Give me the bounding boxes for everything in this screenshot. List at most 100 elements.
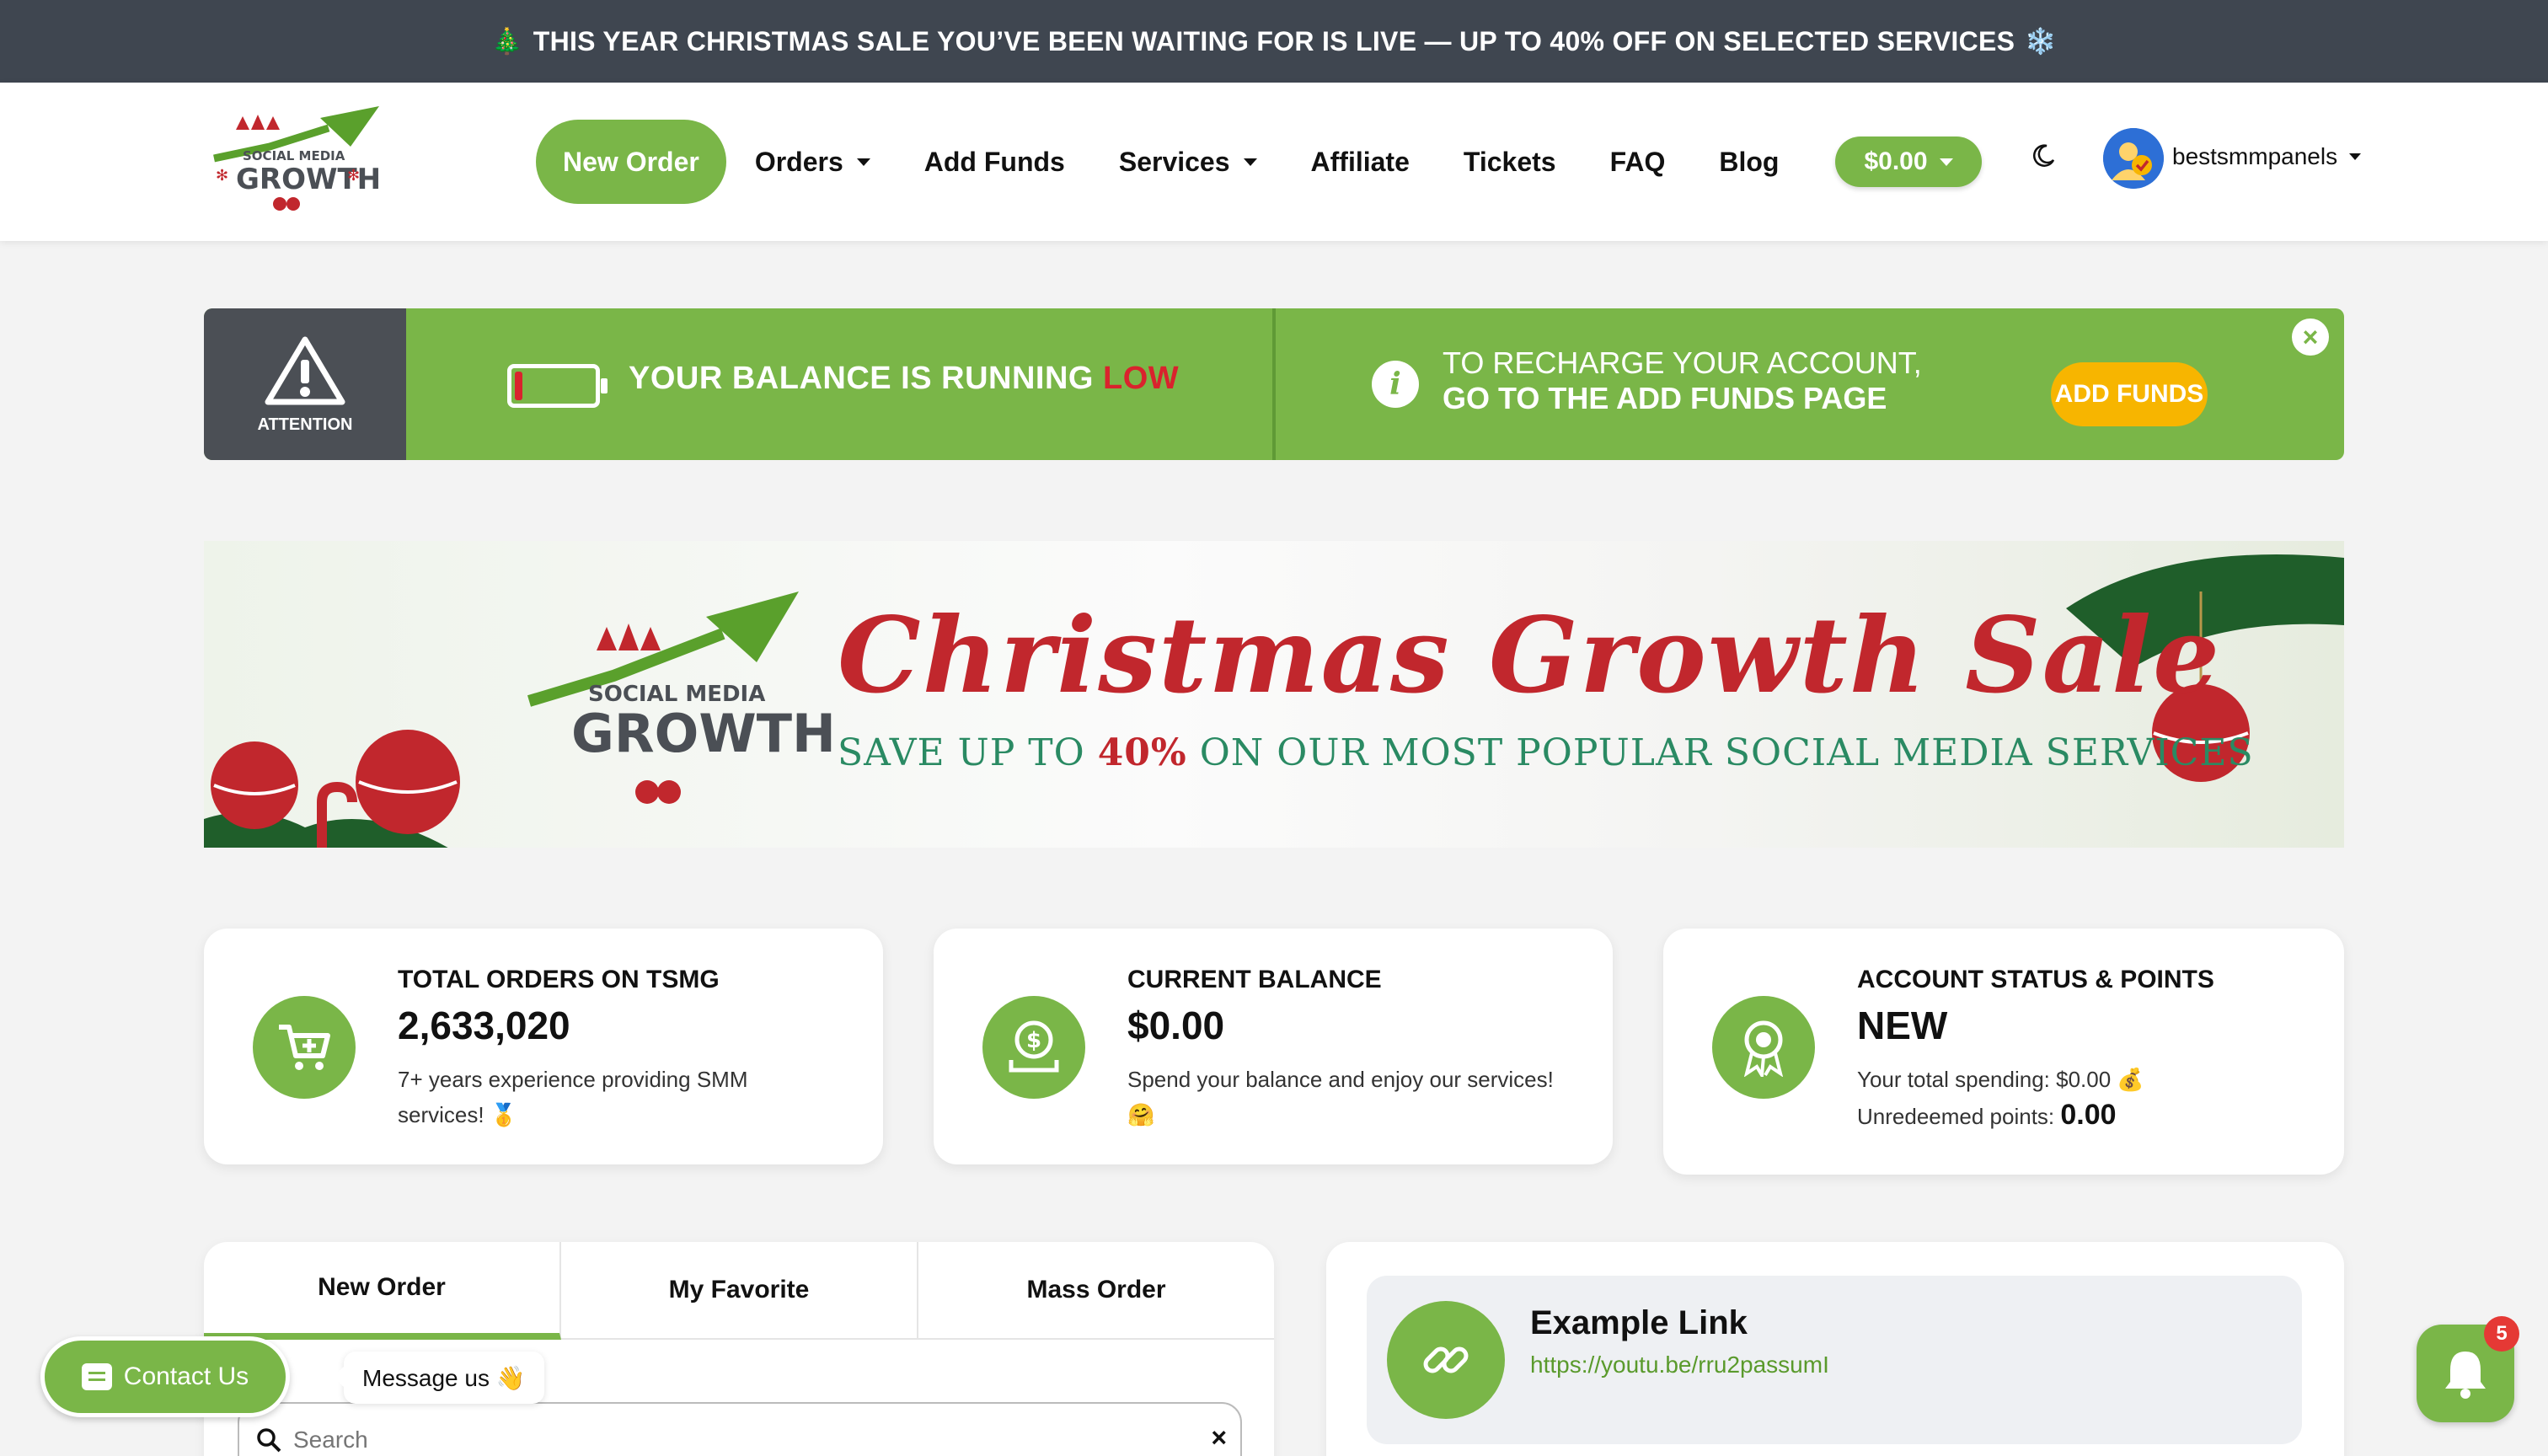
nav-label: Services bbox=[1118, 146, 1230, 177]
stat-label: TOTAL ORDERS ON TSMG bbox=[398, 966, 720, 993]
example-link-title: Example Link bbox=[1530, 1304, 1748, 1341]
nav-faq[interactable]: FAQ bbox=[1610, 147, 1666, 178]
christmas-tree-icon: 🎄 bbox=[491, 27, 523, 56]
banner-logo: SOCIAL MEDIA GROWTH bbox=[527, 592, 832, 804]
stat-label: ACCOUNT STATUS & POINTS bbox=[1857, 966, 2214, 993]
tab-mass-order[interactable]: Mass Order bbox=[918, 1242, 1274, 1340]
chevron-down-icon bbox=[1939, 158, 1953, 166]
chevron-down-icon bbox=[856, 158, 870, 166]
banner-title: Christmas Growth Sale bbox=[838, 595, 2222, 717]
nav-label: FAQ bbox=[1609, 146, 1666, 177]
search-icon bbox=[257, 1428, 281, 1453]
site-logo[interactable]: SOCIAL MEDIA GROWTH ✻ ✻ bbox=[202, 99, 381, 226]
recharge-instructions: TO RECHARGE YOUR ACCOUNT, GO TO THE ADD … bbox=[1443, 345, 1922, 416]
spending-label: Your total spending: bbox=[1857, 1067, 2057, 1092]
battery-low-icon bbox=[507, 364, 608, 408]
user-menu[interactable]: bestsmmpanels bbox=[2172, 143, 2362, 170]
contact-label: Contact Us bbox=[123, 1362, 249, 1390]
ornaments-left-decoration bbox=[204, 730, 460, 848]
low-balance-message: YOUR BALANCE IS RUNNING LOW bbox=[629, 361, 1179, 397]
subtitle-prefix: SAVE UP TO bbox=[838, 731, 1098, 774]
search-input[interactable] bbox=[293, 1427, 1136, 1453]
nav-services[interactable]: Services bbox=[1119, 147, 1257, 178]
attention-block: ATTENTION bbox=[204, 308, 406, 460]
tab-my-favorite[interactable]: My Favorite bbox=[561, 1242, 918, 1340]
username: bestsmmpanels bbox=[2172, 143, 2338, 169]
bell-icon bbox=[2445, 1352, 2486, 1399]
service-search: × bbox=[238, 1402, 1242, 1456]
total-spending: Your total spending: $0.00 💰 bbox=[1857, 1062, 2295, 1097]
example-link-url[interactable]: https://youtu.be/rru2passumI bbox=[1530, 1352, 1829, 1378]
stat-value: $0.00 bbox=[1127, 1004, 1225, 1047]
svg-text:✻: ✻ bbox=[347, 167, 360, 184]
points-label: Unredeemed points: bbox=[1857, 1104, 2061, 1129]
points-value: 0.00 bbox=[2060, 1099, 2117, 1131]
example-link-card: Example Link https://youtu.be/rru2passum… bbox=[1367, 1276, 2302, 1444]
chat-icon bbox=[81, 1363, 112, 1390]
stat-description: Spend your balance and enjoy our service… bbox=[1127, 1067, 1554, 1127]
banner-subtitle: SAVE UP TO 40% ON OUR MOST POPULAR SOCIA… bbox=[838, 731, 2254, 774]
stat-card-account-status: ACCOUNT STATUS & POINTS NEW Your total s… bbox=[1663, 929, 2344, 1175]
site-header: SOCIAL MEDIA GROWTH ✻ ✻ New Order Orders… bbox=[0, 83, 2548, 241]
award-icon bbox=[1712, 996, 1815, 1099]
recharge-line-1: TO RECHARGE YOUR ACCOUNT, bbox=[1443, 345, 1922, 380]
nav-new-order[interactable]: New Order bbox=[536, 120, 726, 204]
money-icon: $ bbox=[982, 996, 1085, 1099]
nav-blog[interactable]: Blog bbox=[1719, 147, 1779, 178]
stat-description: 7+ years experience providing SMM servic… bbox=[398, 1067, 748, 1127]
stat-label: CURRENT BALANCE bbox=[1127, 966, 1382, 993]
low-emphasis: LOW bbox=[1103, 361, 1180, 396]
stat-description: Your total spending: $0.00 💰 Unredeemed … bbox=[1857, 1062, 2295, 1134]
announcement-text: THIS YEAR CHRISTMAS SALE YOU’VE BEEN WAI… bbox=[533, 25, 2015, 56]
notification-count-badge: 5 bbox=[2484, 1316, 2519, 1352]
nav-orders[interactable]: Orders bbox=[755, 147, 870, 178]
snowflake-icon: ❄️ bbox=[2025, 27, 2057, 56]
unredeemed-points: Unredeemed points: 0.00 bbox=[1857, 1097, 2295, 1134]
info-icon: i bbox=[1372, 361, 1419, 408]
balance-dropdown-button[interactable]: $0.00 bbox=[1835, 136, 1982, 187]
nav-add-funds[interactable]: Add Funds bbox=[924, 147, 1065, 178]
announcement-bar: 🎄 THIS YEAR CHRISTMAS SALE YOU’VE BEEN W… bbox=[0, 0, 2548, 83]
svg-text:GROWTH: GROWTH bbox=[571, 703, 832, 764]
battery-level bbox=[515, 372, 522, 400]
nav-label: Orders bbox=[754, 146, 843, 177]
close-icon[interactable]: × bbox=[2292, 318, 2329, 356]
subtitle-percent: 40% bbox=[1097, 731, 1187, 774]
chevron-down-icon bbox=[2349, 153, 2362, 160]
avatar[interactable] bbox=[2103, 128, 2164, 189]
svg-text:$: $ bbox=[1026, 1028, 1041, 1053]
order-panel: New Order My Favorite Mass Order × bbox=[204, 1242, 1274, 1456]
low-balance-alert: ATTENTION YOUR BALANCE IS RUNNING LOW i … bbox=[204, 308, 2344, 460]
link-icon bbox=[1387, 1301, 1505, 1419]
add-funds-button[interactable]: ADD FUNDS bbox=[2051, 362, 2208, 426]
svg-text:✻: ✻ bbox=[216, 167, 228, 184]
nav-label: Add Funds bbox=[923, 146, 1065, 177]
chevron-down-icon bbox=[1243, 158, 1257, 166]
stat-card-total-orders: TOTAL ORDERS ON TSMG 2,633,020 7+ years … bbox=[204, 929, 883, 1164]
nav-label: Blog bbox=[1719, 146, 1780, 177]
nav-label: Affiliate bbox=[1310, 146, 1410, 177]
cart-icon bbox=[253, 996, 356, 1099]
svg-text:SOCIAL MEDIA: SOCIAL MEDIA bbox=[243, 148, 345, 163]
close-icon[interactable]: × bbox=[1211, 1422, 1227, 1453]
nav-label: New Order bbox=[563, 146, 699, 177]
balance-amount: $0.00 bbox=[1864, 147, 1928, 175]
contact-us-button[interactable]: Contact Us bbox=[40, 1336, 290, 1417]
stat-value: NEW bbox=[1857, 1004, 1948, 1047]
stat-card-current-balance: $ CURRENT BALANCE $0.00 Spend your balan… bbox=[934, 929, 1613, 1164]
subtitle-suffix: ON OUR MOST POPULAR SOCIAL MEDIA SERVICE… bbox=[1186, 731, 2254, 774]
nav-affiliate[interactable]: Affiliate bbox=[1311, 147, 1410, 178]
moon-icon[interactable] bbox=[2031, 143, 2056, 169]
message-us-bubble[interactable]: Message us 👋 bbox=[332, 1352, 544, 1404]
example-link-panel: Example Link https://youtu.be/rru2passum… bbox=[1326, 1242, 2344, 1456]
tab-new-order[interactable]: New Order bbox=[204, 1242, 561, 1340]
attention-label: ATTENTION bbox=[257, 415, 353, 434]
main-nav: New Order Orders Add Funds Services Affi… bbox=[536, 120, 1833, 204]
low-balance-text: YOUR BALANCE IS RUNNING bbox=[629, 361, 1104, 396]
nav-label: Tickets bbox=[1463, 146, 1556, 177]
nav-tickets[interactable]: Tickets bbox=[1464, 147, 1556, 178]
recharge-line-2: GO TO THE ADD FUNDS PAGE bbox=[1443, 381, 1887, 415]
spending-value: $0.00 💰 bbox=[2056, 1067, 2144, 1092]
alert-divider bbox=[1272, 308, 1276, 460]
christmas-sale-banner[interactable]: SOCIAL MEDIA GROWTH Christmas Growth Sal… bbox=[204, 541, 2344, 848]
